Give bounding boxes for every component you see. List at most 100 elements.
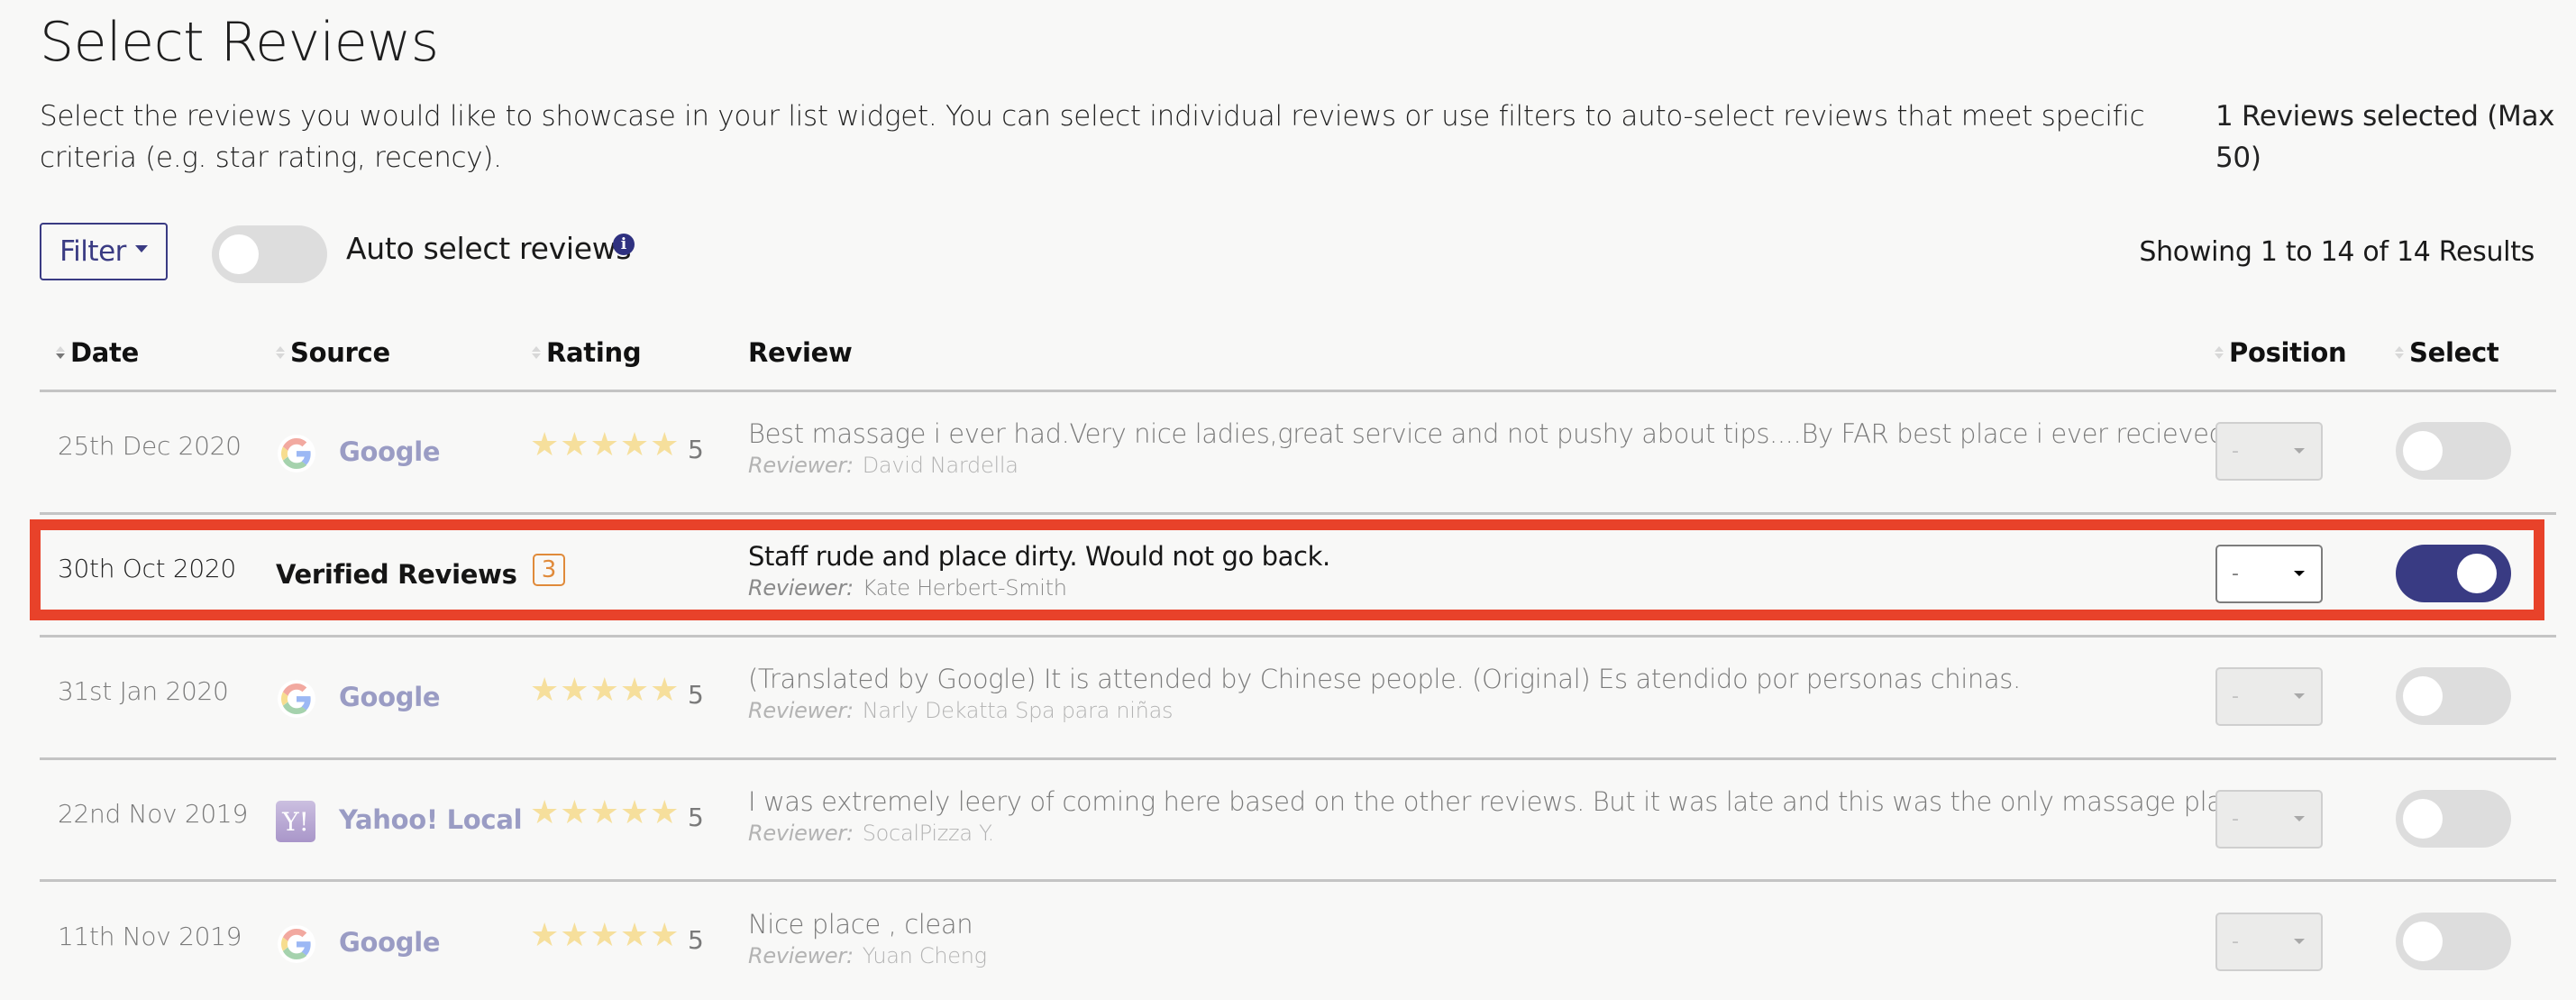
select-toggle[interactable]	[2396, 667, 2511, 725]
sort-icon	[56, 346, 65, 359]
review-date: 11th Nov 2019	[58, 922, 242, 951]
reviewer-name: David Nardella	[862, 453, 1019, 478]
toggle-knob	[2403, 799, 2443, 839]
yahoo-logo-icon: Y!	[276, 801, 315, 842]
rating-value: 5	[688, 680, 704, 710]
review-date: 31st Jan 2020	[58, 676, 229, 706]
star-icon: ★	[560, 427, 589, 463]
rating-value: 5	[688, 435, 704, 464]
review-text: Best massage i ever had.Very nice ladies…	[748, 418, 2249, 449]
sort-icon	[2215, 346, 2224, 359]
header-position[interactable]: Position	[2215, 337, 2347, 368]
position-select[interactable]: -	[2215, 545, 2323, 603]
star-icon: ★	[589, 794, 619, 831]
row-divider	[40, 635, 2556, 638]
review-source: Google	[339, 927, 441, 958]
filter-button[interactable]: Filter	[40, 223, 168, 280]
header-select-label: Select	[2409, 337, 2499, 368]
review-cell: Staff rude and place dirty. Would not go…	[748, 541, 1330, 601]
auto-select-toggle[interactable]	[212, 225, 327, 283]
reviewer-prefix: Reviewer:	[748, 698, 854, 723]
rating-value: 5	[688, 803, 704, 832]
auto-select-label: Auto select reviews	[346, 231, 632, 266]
sort-icon	[532, 346, 541, 359]
review-date: 25th Dec 2020	[58, 431, 242, 461]
position-value: -	[2232, 685, 2239, 708]
toggle-knob	[2457, 554, 2497, 593]
google-logo-icon	[278, 435, 315, 472]
star-icon: ★	[619, 672, 650, 709]
select-toggle[interactable]	[2396, 422, 2511, 480]
star-icon: ★	[530, 917, 560, 954]
rating-badge: 3	[533, 554, 565, 586]
page-description: Select the reviews you would like to sho…	[40, 100, 2145, 174]
sort-icon	[2395, 346, 2404, 359]
review-date: 30th Oct 2020	[58, 554, 236, 583]
reviewer-prefix: Reviewer:	[748, 943, 854, 968]
review-cell: Nice place , clean Reviewer: Yuan Cheng	[748, 909, 987, 968]
review-text: I was extremely leery of coming here bas…	[748, 786, 2252, 817]
google-logo-icon	[278, 925, 315, 963]
reviewer-prefix: Reviewer:	[748, 575, 854, 601]
review-text: Nice place , clean	[748, 909, 973, 940]
star-rating: ★ ★ ★ ★ ★	[530, 797, 679, 830]
review-text: Staff rude and place dirty. Would not go…	[748, 541, 1330, 572]
toggle-knob	[219, 234, 259, 274]
header-select[interactable]: Select	[2395, 337, 2499, 368]
reviewer-name: Yuan Cheng	[862, 943, 987, 968]
caret-down-icon	[2294, 939, 2305, 944]
position-select: -	[2215, 790, 2323, 849]
page-title: Select Reviews	[40, 11, 439, 74]
header-position-label: Position	[2229, 337, 2347, 368]
select-toggle[interactable]	[2396, 790, 2511, 848]
star-icon: ★	[619, 427, 650, 463]
info-icon[interactable]: i	[613, 234, 635, 255]
star-icon: ★	[560, 672, 589, 709]
header-source[interactable]: Source	[276, 337, 390, 368]
position-value: -	[2232, 808, 2239, 830]
review-cell: (Translated by Google) It is attended by…	[748, 664, 2021, 723]
reviewer-name: Kate Herbert-Smith	[862, 575, 1067, 601]
star-icon: ★	[650, 917, 680, 954]
toggle-knob	[2403, 922, 2443, 961]
caret-down-icon	[2294, 693, 2305, 699]
reviewer-name: SocalPizza Y.	[862, 821, 994, 846]
sort-icon	[276, 346, 285, 359]
results-count: Showing 1 to 14 of 14 Results	[2139, 236, 2535, 268]
star-icon: ★	[650, 794, 680, 831]
rating-value: 5	[688, 925, 704, 955]
header-date[interactable]: Date	[56, 337, 139, 368]
star-rating: ★ ★ ★ ★ ★	[530, 429, 679, 462]
header-review-label: Review	[748, 337, 853, 368]
header-rating-label: Rating	[546, 337, 642, 368]
star-icon: ★	[619, 794, 650, 831]
star-icon: ★	[650, 672, 680, 709]
review-cell: Best massage i ever had.Very nice ladies…	[748, 418, 2290, 478]
position-select: -	[2215, 913, 2323, 971]
caret-down-icon	[134, 245, 148, 252]
header-review: Review	[748, 337, 853, 368]
star-rating: ★ ★ ★ ★ ★	[530, 920, 679, 952]
review-source: Verified Reviews	[276, 559, 517, 590]
header-rating[interactable]: Rating	[532, 337, 642, 368]
star-icon: ★	[619, 917, 650, 954]
review-source: Google	[339, 682, 441, 712]
select-toggle[interactable]	[2396, 913, 2511, 970]
position-value: -	[2232, 440, 2239, 463]
reviewer-prefix: Reviewer:	[748, 821, 854, 846]
row-divider	[40, 879, 2556, 882]
select-toggle[interactable]	[2396, 545, 2511, 602]
position-select: -	[2215, 422, 2323, 481]
star-icon: ★	[589, 672, 619, 709]
row-divider	[40, 512, 2556, 515]
caret-down-icon	[2294, 571, 2305, 576]
star-icon: ★	[530, 427, 560, 463]
star-icon: ★	[560, 794, 589, 831]
reviewer-name: Narly Dekatta Spa para niñas	[862, 698, 1174, 723]
toggle-knob	[2403, 676, 2443, 716]
google-logo-icon	[278, 680, 315, 718]
star-icon: ★	[530, 672, 560, 709]
filter-label: Filter	[59, 235, 126, 268]
position-value: -	[2232, 563, 2239, 585]
header-date-label: Date	[70, 337, 139, 368]
